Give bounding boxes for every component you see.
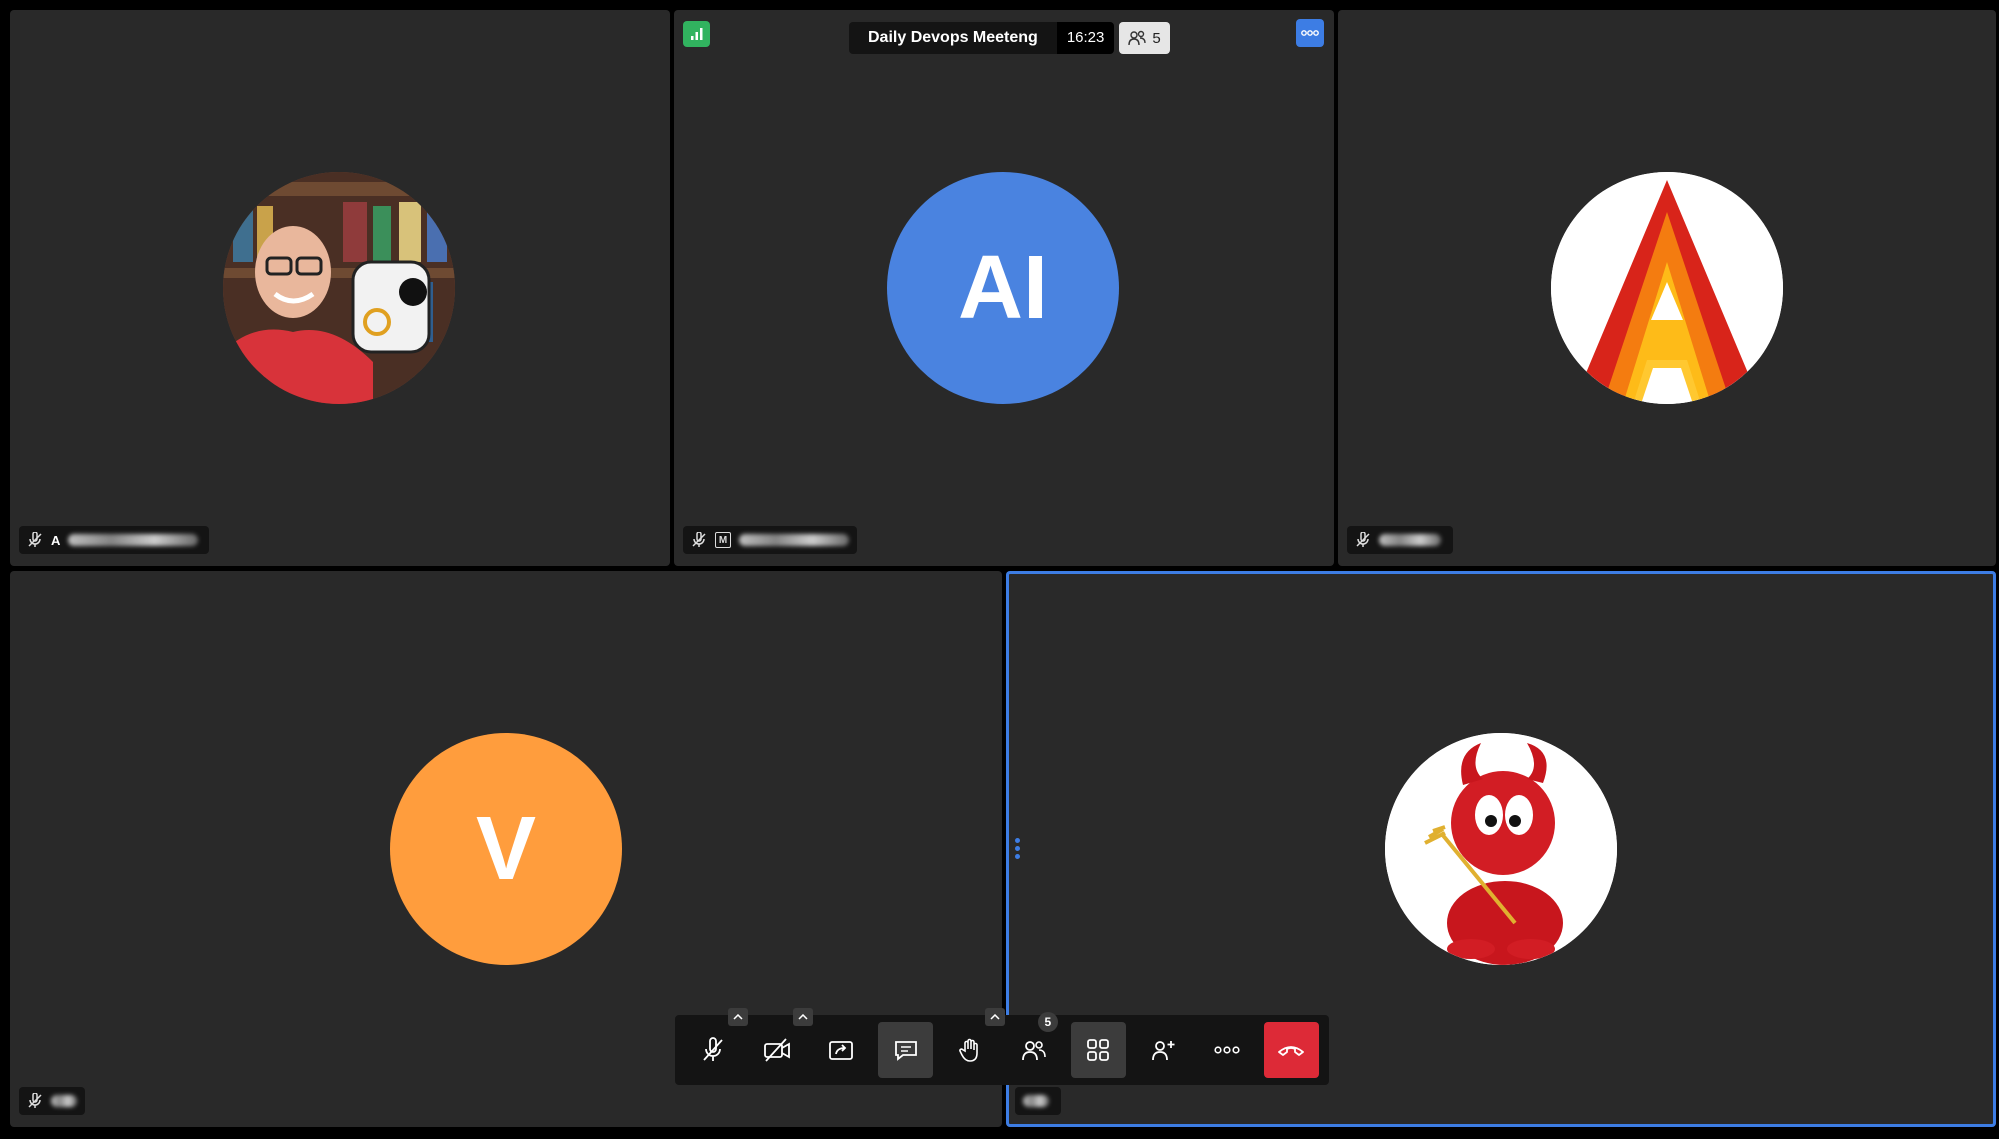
camera-options-caret[interactable]: [792, 1008, 813, 1026]
hangup-button[interactable]: [1263, 1022, 1319, 1078]
grid-icon: [1085, 1037, 1111, 1063]
avatar-initials: AI: [958, 237, 1048, 338]
participant-tile[interactable]: AI M: [674, 10, 1334, 566]
participant-name-bar: [1347, 526, 1453, 554]
participant-tile[interactable]: A: [10, 10, 670, 566]
hand-icon: [958, 1037, 982, 1063]
participants-icon: [1128, 30, 1147, 46]
tile-view-button[interactable]: [1070, 1022, 1127, 1078]
participant-name-bar: [1015, 1087, 1061, 1115]
moderator-badge: M: [715, 532, 731, 548]
mic-off-icon: [27, 1093, 43, 1109]
initials-avatar: AI: [887, 172, 1119, 404]
person-photo-avatar: [223, 172, 455, 404]
mic-off-icon: [700, 1037, 726, 1063]
share-screen-button[interactable]: [814, 1022, 869, 1078]
participant-name-bar: M: [683, 526, 857, 554]
camera-off-icon: [763, 1037, 791, 1063]
initials-avatar: V: [390, 733, 622, 965]
meeting-title: Daily Devops Meeteng: [849, 22, 1057, 54]
bsd-daemon-avatar: [1385, 733, 1617, 965]
phone-hangup-icon: [1277, 1043, 1305, 1057]
mic-off-icon: [27, 532, 43, 548]
participant-name-blurred: [1023, 1095, 1049, 1107]
chat-button[interactable]: [877, 1022, 934, 1078]
camera-button[interactable]: [749, 1008, 813, 1078]
raise-hand-button[interactable]: [942, 1008, 1006, 1078]
participant-name-blurred: [739, 534, 849, 546]
reactions-options-caret[interactable]: [985, 1008, 1006, 1026]
invite-button[interactable]: [1135, 1022, 1190, 1078]
more-icon: [1301, 30, 1319, 36]
participant-name-blurred: [68, 534, 199, 546]
participant-name-blurred: [1379, 534, 1441, 546]
meeting-timer: 16:23: [1056, 22, 1115, 54]
mic-off-icon: [1355, 532, 1371, 548]
share-screen-icon: [828, 1038, 854, 1062]
participants-icon: [1021, 1038, 1047, 1062]
microphone-button[interactable]: [685, 1008, 749, 1078]
participant-name-bar: A: [19, 526, 209, 554]
participants-button[interactable]: 5: [1006, 1012, 1061, 1078]
participant-tile[interactable]: [1338, 10, 1996, 566]
participant-count-pill[interactable]: 5: [1119, 22, 1170, 54]
connection-indicator-icon[interactable]: [683, 21, 710, 47]
participants-count-badge: 5: [1037, 1012, 1058, 1032]
participant-name-blurred: [51, 1095, 77, 1107]
chat-icon: [893, 1038, 919, 1062]
avatar-initials: V: [475, 798, 537, 899]
more-icon: [1214, 1046, 1240, 1054]
more-button[interactable]: [1199, 1022, 1254, 1078]
participant-name-initial: A: [51, 532, 61, 548]
tile-resize-handle[interactable]: [1014, 838, 1020, 862]
participant-count: 5: [1152, 29, 1161, 47]
mic-off-icon: [691, 532, 707, 548]
add-person-icon: [1150, 1038, 1176, 1062]
toolbar: 5: [675, 1008, 1329, 1085]
tile-menu-button[interactable]: [1296, 19, 1324, 47]
participant-name-bar: [19, 1087, 85, 1115]
microphone-options-caret[interactable]: [728, 1008, 749, 1026]
fire-letter-a-avatar: [1551, 172, 1783, 404]
meeting-header: Daily Devops Meeteng 16:23 5: [849, 22, 1170, 54]
